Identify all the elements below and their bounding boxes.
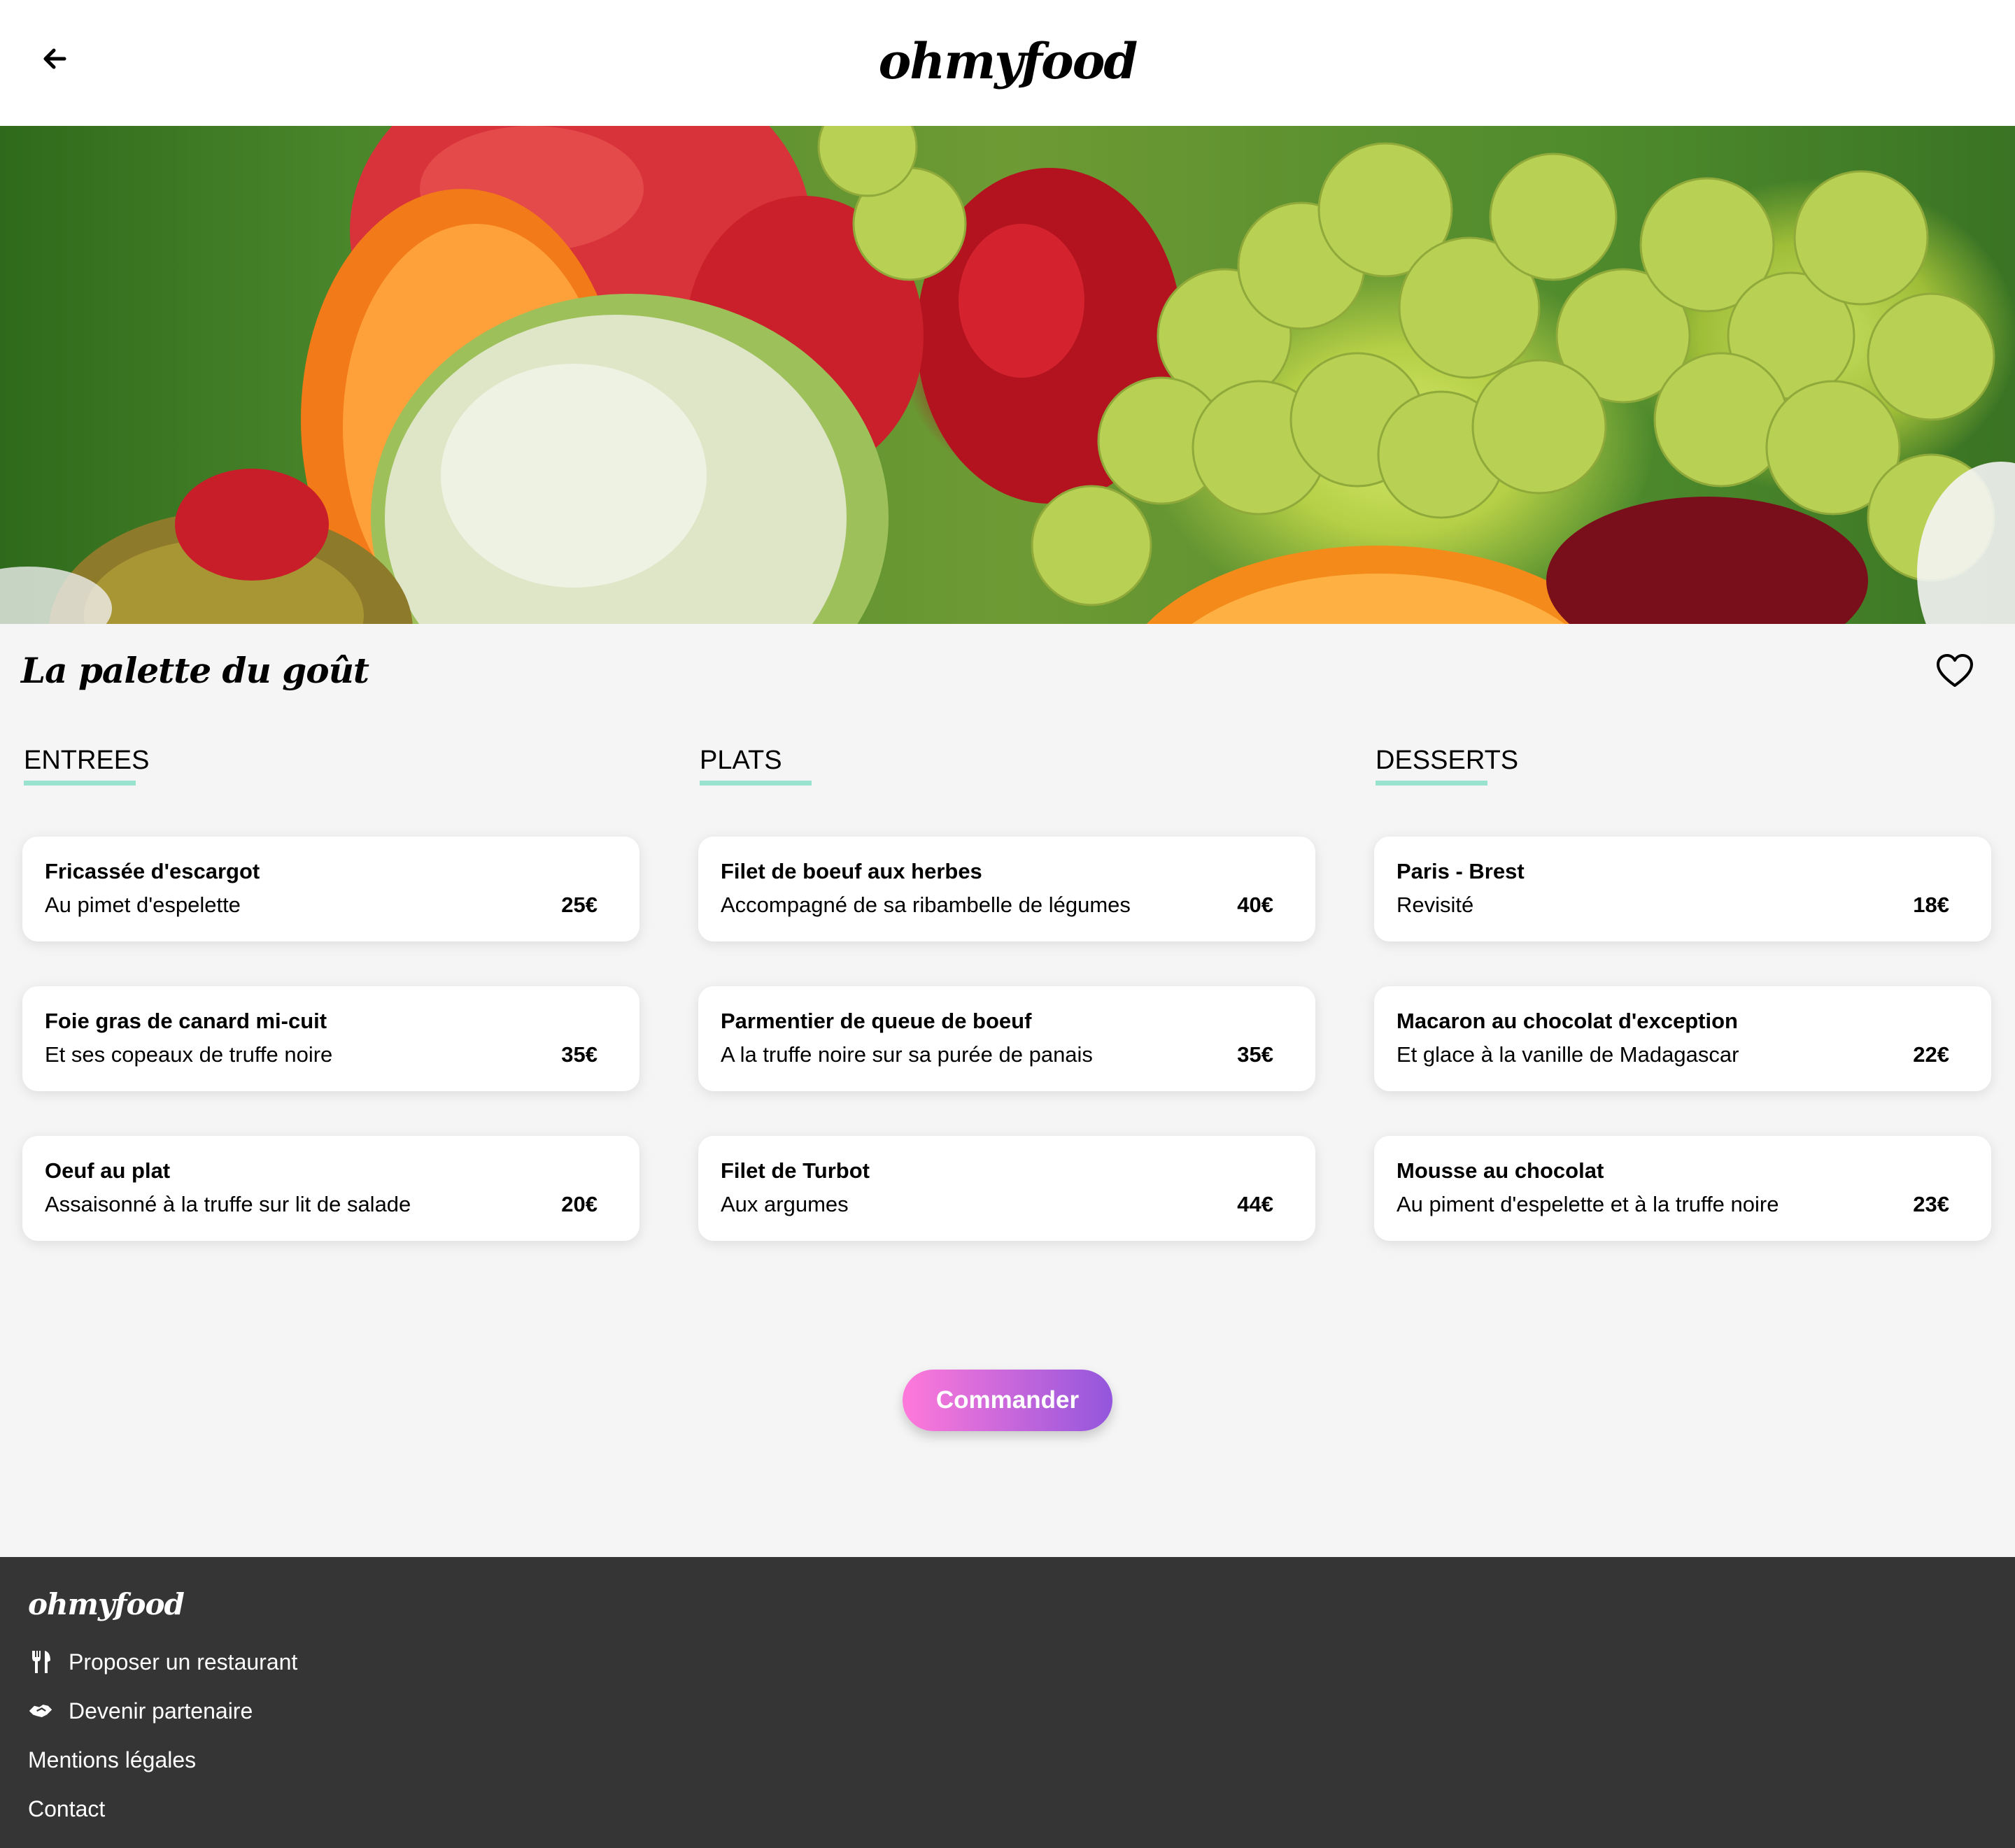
restaurant-menu: La palette du goût ENTREES Fricassée d'e… [0,624,2015,1557]
heading-underline [24,781,136,786]
footer-link-propose-restaurant[interactable]: Proposer un restaurant [28,1647,297,1677]
dish-name: Parmentier de queue de boeuf [721,1009,1032,1033]
section-heading: DESSERTS [1376,746,1519,775]
dish-description: Au pimet d'espelette [45,893,241,917]
footer-link-contact[interactable]: Contact [28,1793,105,1824]
hero-image [0,126,2015,624]
order-button[interactable]: Commander [903,1370,1112,1431]
menu-item[interactable]: Paris - Brest Revisité 18€ [1374,837,1991,941]
dish-price: 23€ [1913,1192,1949,1216]
dish-name: Foie gras de canard mi-cuit [45,1009,327,1033]
footer-link-label: Contact [28,1796,106,1821]
restaurant-name: La palette du goût [21,650,369,691]
footer-link-label: Mentions légales [28,1747,197,1772]
favorite-button[interactable] [1935,652,1974,691]
dish-description: A la truffe noire sur sa purée de panais [721,1042,1093,1067]
header: ohmyfood [0,0,2015,126]
dish-name: Macaron au chocolat d'exception [1397,1009,1738,1033]
footer-link-become-partner[interactable]: Devenir partenaire [28,1696,253,1726]
menu-item[interactable]: Filet de boeuf aux herbes Accompagné de … [698,837,1315,941]
dish-name: Mousse au chocolat [1397,1158,1604,1183]
dish-price: 20€ [561,1192,598,1216]
dish-description: Aux argumes [721,1192,849,1216]
dish-price: 40€ [1237,893,1273,917]
dish-description: Accompagné de sa ribambelle de légumes [721,893,1131,917]
dish-name: Oeuf au plat [45,1158,171,1183]
dish-description: Assaisonné à la truffe sur lit de salade [45,1192,411,1216]
footer-logo[interactable]: ohmyfood [28,1585,185,1624]
footer: ohmyfood Proposer un restaurant Devenir … [0,1557,2015,1848]
menu-item[interactable]: Oeuf au plat Assaisonné à la truffe sur … [22,1136,639,1241]
dish-description: Revisité [1397,893,1474,917]
footer-link-label: Devenir partenaire [69,1698,253,1723]
utensils-icon [28,1649,53,1675]
footer-link-label: Proposer un restaurant [69,1649,298,1675]
heart-icon [1937,654,1973,687]
menu-item[interactable]: Filet de Turbot Aux argumes 44€ [698,1136,1315,1241]
menu-item[interactable]: Foie gras de canard mi-cuit Et ses copea… [22,986,639,1091]
dish-price: 25€ [561,893,598,917]
dish-name: Filet de boeuf aux herbes [721,859,982,883]
handshake-icon [28,1698,53,1723]
dish-price: 35€ [561,1042,598,1067]
dish-name: Filet de Turbot [721,1158,870,1183]
menu-item[interactable]: Macaron au chocolat d'exception Et glace… [1374,986,1991,1091]
dish-name: Fricassée d'escargot [45,859,260,883]
footer-link-legal[interactable]: Mentions légales [28,1744,196,1775]
dish-description: Au piment d'espelette et à la truffe noi… [1397,1192,1779,1216]
dish-price: 35€ [1237,1042,1273,1067]
heading-underline [1376,781,1487,786]
heading-underline [700,781,812,786]
dish-name: Paris - Brest [1397,859,1525,883]
section-heading: PLATS [700,746,782,775]
dish-price: 18€ [1913,893,1949,917]
menu-item[interactable]: Parmentier de queue de boeuf A la truffe… [698,986,1315,1091]
menu-item[interactable]: Mousse au chocolat Au piment d'espelette… [1374,1136,1991,1241]
dish-description: Et glace à la vanille de Madagascar [1397,1042,1739,1067]
dish-description: Et ses copeaux de truffe noire [45,1042,333,1067]
section-heading: ENTREES [24,746,150,775]
dish-price: 22€ [1913,1042,1949,1067]
logo[interactable]: ohmyfood [0,27,2015,97]
dish-price: 44€ [1237,1192,1273,1216]
menu-item[interactable]: Fricassée d'escargot Au pimet d'espelett… [22,837,639,941]
